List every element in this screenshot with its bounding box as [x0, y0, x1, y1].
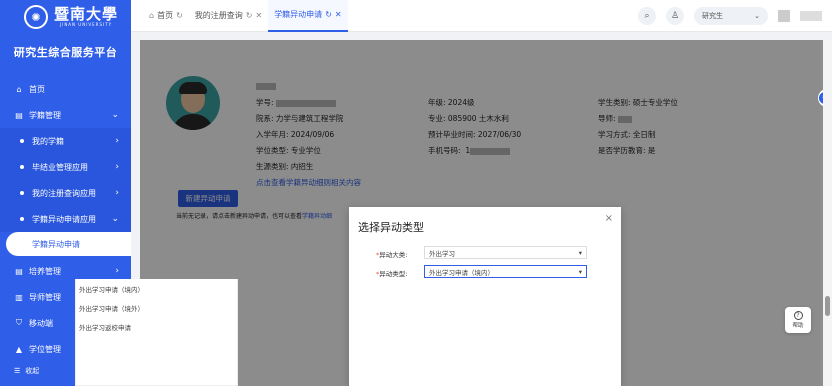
- select-type-dialog: 选择异动类型 × *异动大类: 外出学习 ▾ *异动类型: 外出学习申请（境内）…: [349, 207, 621, 386]
- sidebar-item-my-xueji[interactable]: 我的学籍 ›: [0, 128, 131, 154]
- scrollbar-thumb[interactable]: [825, 296, 830, 316]
- chevron-right-icon: ›: [115, 162, 119, 172]
- chevron-right-icon: ›: [115, 266, 119, 276]
- sidebar-item-zhuce[interactable]: 我的注册查询应用 ›: [0, 180, 131, 206]
- collapse-icon: ☰: [14, 367, 21, 375]
- chevron-down-icon: ⌄: [111, 110, 119, 120]
- username-blurred: [800, 11, 822, 21]
- tab-home[interactable]: ⌂ 首页 ↻: [143, 0, 189, 32]
- chevron-down-icon: ⌄: [111, 214, 119, 224]
- close-icon[interactable]: ✕: [255, 11, 262, 20]
- logo-en-text: JINAN UNIVERSITY: [59, 22, 113, 27]
- folder-icon: ▤: [15, 110, 23, 120]
- dropdown-option[interactable]: 外出学习申请（境内）: [76, 279, 237, 298]
- sidebar-item-home[interactable]: ⌂ 首页: [0, 76, 131, 102]
- refresh-icon[interactable]: ↻: [325, 10, 332, 19]
- collapse-button[interactable]: ☰ 收起: [14, 366, 39, 376]
- dialog-title: 选择异动类型: [358, 221, 424, 234]
- dropdown-option[interactable]: 外出学习返校申请: [76, 317, 237, 336]
- field2-label: *异动类型:: [376, 270, 408, 278]
- platform-title: 研究生综合服务平台: [13, 46, 118, 59]
- bullet-icon: [20, 217, 24, 221]
- bullet-icon: [20, 139, 24, 143]
- bullet-icon: [20, 191, 24, 195]
- type-select[interactable]: 外出学习申请（境内） ▾: [424, 265, 587, 278]
- caret-down-icon: ▾: [578, 248, 582, 257]
- close-icon[interactable]: ×: [605, 213, 613, 224]
- book-icon: ▥: [15, 292, 23, 302]
- home-icon: ⌂: [149, 11, 155, 20]
- type-dropdown: 外出学习申请（境内） 外出学习申请（境外） 外出学习返校申请: [75, 279, 238, 386]
- bullet-icon: [20, 165, 24, 169]
- sidebar-item-yidong-app[interactable]: 学籍异动申请应用 ⌄: [0, 206, 131, 232]
- sidebar-item-yidong-apply[interactable]: 学籍异动申请: [6, 232, 131, 256]
- home-icon: ⌂: [16, 84, 22, 94]
- shirt-icon[interactable]: ♙: [666, 7, 684, 25]
- chevron-right-icon: ›: [115, 188, 119, 198]
- scrollbar[interactable]: [823, 40, 832, 386]
- dropdown-option[interactable]: 外出学习申请（境外）: [76, 298, 237, 317]
- tab-zhuce[interactable]: 我的注册查询 ↻ ✕: [189, 0, 268, 32]
- help-button[interactable]: ? 帮助: [785, 307, 811, 333]
- user-avatar[interactable]: [778, 10, 790, 22]
- refresh-icon[interactable]: ↻: [176, 11, 183, 20]
- shield-icon: ⛉: [16, 318, 22, 327]
- chevron-down-icon: ⌄: [754, 12, 760, 20]
- folder-icon: ▤: [15, 266, 23, 276]
- cap-icon: ▲: [15, 344, 23, 354]
- close-icon[interactable]: ✕: [335, 10, 342, 19]
- refresh-icon[interactable]: ↻: [246, 11, 253, 20]
- field1-label: *异动大类:: [376, 251, 408, 259]
- logo[interactable]: ✺ 暨南大學 JINAN UNIVERSITY: [0, 0, 131, 34]
- tab-yidong[interactable]: 学籍异动申请 ↻ ✕: [268, 0, 348, 32]
- question-icon: ?: [793, 311, 803, 320]
- sidebar-item-xueji[interactable]: ▤ 学籍管理 ⌄: [0, 102, 131, 128]
- logo-cn-text: 暨南大學: [54, 5, 119, 23]
- chevron-right-icon: ›: [115, 136, 119, 146]
- top-header: ⌂ 首页 ↻ 我的注册查询 ↻ ✕ 学籍异动申请 ↻ ✕ ⌕ ♙ 研究生 ⌄: [131, 0, 832, 32]
- sidebar-item-biye[interactable]: 毕结业管理应用 ›: [0, 154, 131, 180]
- role-select[interactable]: 研究生 ⌄: [694, 7, 768, 25]
- caret-down-icon: ▾: [578, 267, 582, 276]
- university-seal-icon: ✺: [24, 5, 48, 29]
- search-icon[interactable]: ⌕: [638, 7, 656, 25]
- category-select[interactable]: 外出学习 ▾: [424, 246, 587, 259]
